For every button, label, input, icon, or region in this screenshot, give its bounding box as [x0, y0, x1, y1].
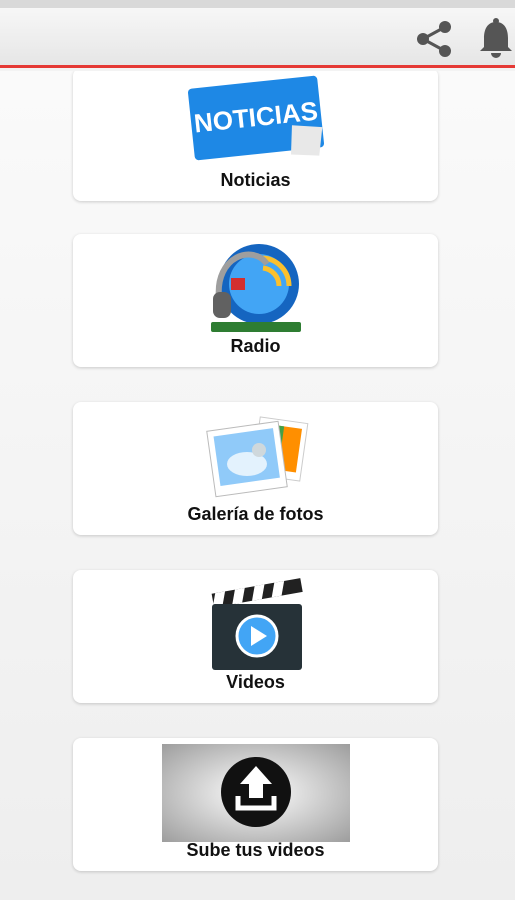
menu-item-label: Noticias	[220, 170, 291, 190]
menu-item-radio[interactable]: Radio	[73, 234, 438, 367]
bell-icon[interactable]	[474, 16, 515, 62]
app-toolbar	[0, 8, 515, 68]
menu-item-label: Videos	[226, 672, 285, 692]
menu-item-galeria[interactable]: Galería de fotos	[73, 402, 438, 535]
menu-item-noticias[interactable]: NOTICIAS Noticias	[73, 71, 438, 201]
menu-item-label: Sube tus videos	[186, 840, 325, 860]
clapperboard-play-icon	[206, 574, 306, 674]
share-icon[interactable]	[410, 16, 458, 62]
menu-item-label: Radio	[230, 336, 281, 356]
menu-item-videos[interactable]: Videos	[73, 570, 438, 703]
menu-item-sube-videos[interactable]: Sube tus videos	[73, 738, 438, 871]
menu-item-label: Galería de fotos	[187, 504, 324, 524]
menu-list: NOTICIAS Noticias Radio Galería de fotos…	[0, 71, 515, 900]
status-bar	[0, 0, 515, 8]
radio-headphones-icon	[201, 238, 311, 338]
upload-icon	[161, 744, 350, 842]
photo-gallery-icon	[201, 410, 311, 505]
noticias-sticker-icon: NOTICIAS	[181, 74, 331, 164]
